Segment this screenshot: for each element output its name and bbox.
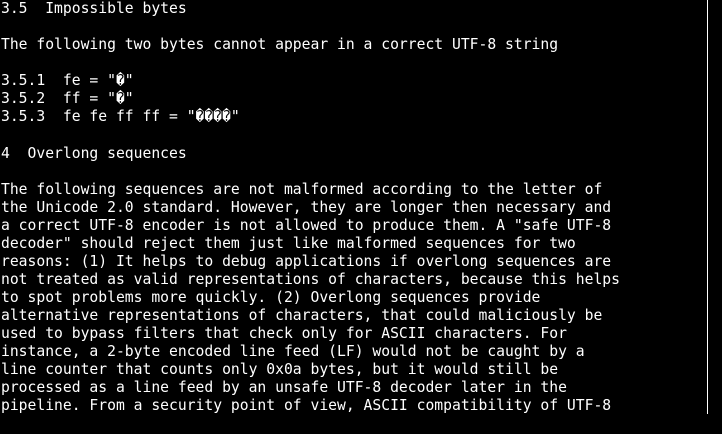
terminal-line: reasons: (1) It helps to debug applicati… [1, 252, 612, 270]
terminal-line: The following two bytes cannot appear in… [1, 36, 559, 54]
terminal-line: 3.5.3 fe fe ff ff = "����" [1, 108, 240, 126]
terminal-line: 4 Overlong sequences [1, 144, 187, 162]
terminal-line: The following sequences are not malforme… [1, 180, 603, 198]
terminal-line: 3.5.2 ff = "�" [1, 90, 134, 108]
terminal-line: the Unicode 2.0 standard. However, they … [1, 198, 612, 216]
terminal-line: used to bypass filters that check only f… [1, 325, 567, 343]
terminal-line: 3.5 Impossible bytes [1, 0, 187, 17]
terminal-line: alternative representations of character… [1, 307, 603, 325]
terminal-line: line counter that counts only 0x0a bytes… [1, 361, 559, 379]
terminal-line: processed as a line feed by an unsafe UT… [1, 379, 567, 397]
right-margin-border [707, 0, 708, 414]
terminal-line: instance, a 2-byte encoded line feed (LF… [1, 343, 585, 361]
terminal-line: 3.5.1 fe = "�" [1, 72, 134, 90]
terminal-line: a correct UTF-8 encoder is not allowed t… [1, 216, 612, 234]
terminal-window[interactable]: 3.5 Impossible bytes The following two b… [0, 0, 722, 434]
terminal-line: not treated as valid representations of … [1, 270, 620, 288]
terminal-line: to spot problems more quickly. (2) Overl… [1, 289, 541, 306]
terminal-line: decoder" should reject them just like ma… [1, 234, 576, 252]
terminal-line: pipeline. From a security point of view,… [1, 397, 612, 415]
